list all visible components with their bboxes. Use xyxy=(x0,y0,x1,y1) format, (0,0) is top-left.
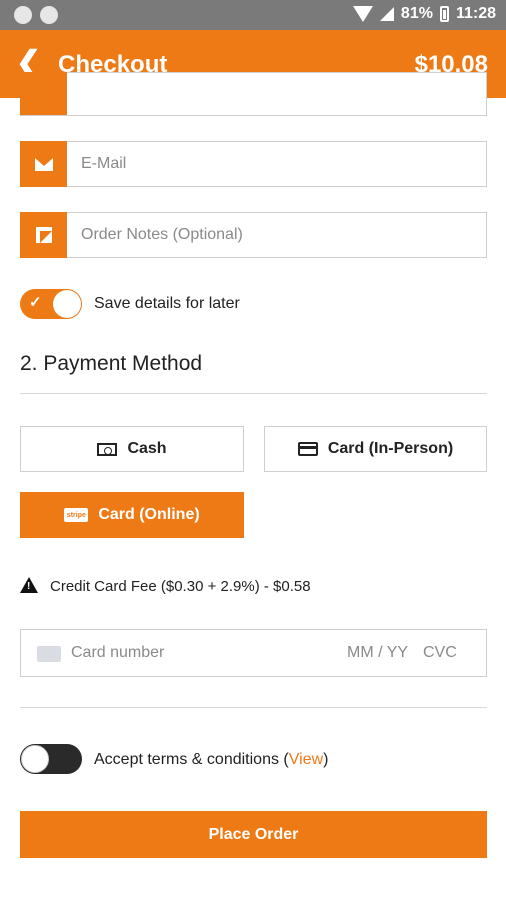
signal-icon xyxy=(379,7,394,21)
clock: 11:28 xyxy=(455,5,496,22)
section-title: 2. Payment Method xyxy=(20,352,203,375)
note-icon xyxy=(20,212,67,258)
battery-icon xyxy=(439,6,449,22)
cash-icon xyxy=(97,442,118,456)
terms-label: Accept terms & conditions (View) xyxy=(94,751,328,769)
terms-text: Accept terms & conditions ( xyxy=(94,751,289,768)
expiry-placeholder: MM / YY xyxy=(347,644,409,661)
cvc-placeholder: CVC xyxy=(423,644,457,661)
system-icons: 81% 11:28 xyxy=(352,5,496,23)
card-fee-notice: Credit Card Fee ($0.30 + 2.9%) - $0.58 xyxy=(50,578,311,595)
payment-card-in-person-button[interactable]: Card (In-Person) xyxy=(264,426,487,472)
terms-toggle[interactable] xyxy=(20,744,82,774)
toggle-knob xyxy=(53,290,81,318)
email-placeholder: E-Mail xyxy=(81,155,127,172)
battery-level: 81% xyxy=(400,5,433,22)
payment-card-in-person-label: Card (In-Person) xyxy=(327,440,454,457)
payment-cash-label: Cash xyxy=(127,440,167,457)
save-details-label: Save details for later xyxy=(94,295,240,312)
notification-icon xyxy=(14,6,32,24)
card-brand-icon xyxy=(37,646,61,662)
payment-card-online-button[interactable]: stripe Card (Online) xyxy=(20,492,244,538)
previous-field[interactable] xyxy=(20,72,487,116)
terms-view-link[interactable]: View xyxy=(289,751,323,768)
notification-icons xyxy=(14,6,58,24)
order-notes-field[interactable]: Order Notes (Optional) xyxy=(20,212,487,258)
envelope-icon xyxy=(20,141,67,187)
order-notes-placeholder: Order Notes (Optional) xyxy=(81,226,243,243)
status-bar: 81% 11:28 xyxy=(0,0,506,30)
wifi-icon xyxy=(352,6,373,22)
credit-card-icon xyxy=(297,442,318,456)
card-number-placeholder: Card number xyxy=(71,644,165,661)
divider xyxy=(20,707,487,708)
warning-icon xyxy=(20,577,38,593)
card-number-input[interactable]: Card number MM / YY CVC xyxy=(20,629,487,677)
payment-card-online-label: Card (Online) xyxy=(98,506,200,523)
terms-suffix: ) xyxy=(323,751,329,768)
toggle-knob xyxy=(21,745,49,773)
divider xyxy=(20,393,487,394)
payment-cash-button[interactable]: Cash xyxy=(20,426,244,472)
email-field[interactable]: E-Mail xyxy=(20,141,487,187)
notification-icon xyxy=(40,6,58,24)
check-icon: ✓ xyxy=(29,294,42,311)
place-order-button[interactable]: Place Order xyxy=(20,811,487,858)
stripe-icon: stripe xyxy=(64,508,89,522)
save-details-toggle[interactable]: ✓ xyxy=(20,289,82,319)
field-icon xyxy=(20,72,67,115)
